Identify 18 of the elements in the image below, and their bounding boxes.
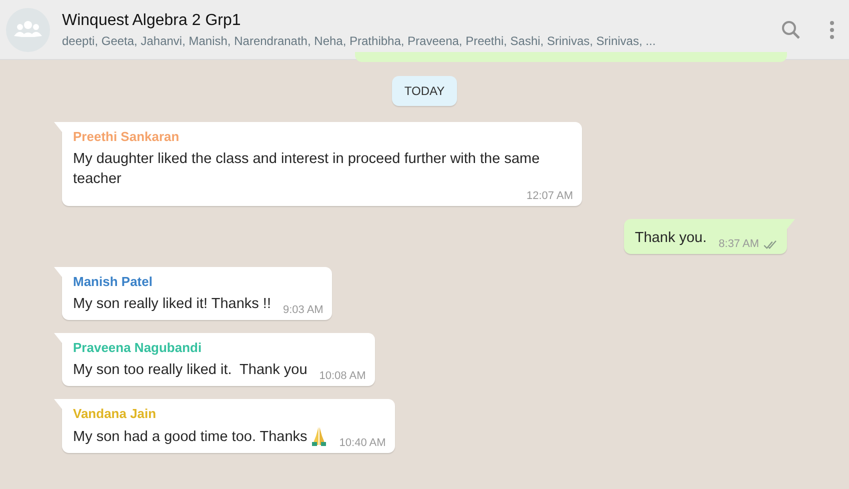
message-text: My son too really liked it. Thank you	[73, 361, 308, 380]
message-time: 12:07 AM	[526, 189, 573, 203]
message-time: 10:40 AM	[338, 436, 386, 450]
search-icon[interactable]	[781, 20, 801, 40]
message-text: My daughter liked the class and interest in proceed further with the same teacher	[73, 150, 541, 189]
members-list: deepti, Geeta, Jahanvi, Manish, Narendranath, Neha, Prathibha, Praveena, Preethi, Sashi, Srinivas, Srinivas, ...	[62, 34, 757, 48]
sender-name: Vandana Jain	[73, 406, 158, 421]
message-time: 10:08 AM	[318, 369, 366, 383]
chat-title: Winquest Algebra 2 Grp1	[62, 12, 242, 30]
message-text: My son had a good time too. Thanks	[73, 428, 308, 447]
message-time: 8:37 AM	[718, 237, 759, 251]
menu-icon[interactable]	[829, 20, 835, 40]
sender-name: Preethi Sankaran	[73, 129, 180, 144]
message-text: My son really liked it! Thanks !!	[73, 295, 271, 314]
message-text: Thank you.	[634, 229, 707, 248]
sender-name: Praveena Nagubandi	[73, 340, 203, 355]
sender-name: Manish Patel	[73, 274, 154, 289]
message-time: 9:03 AM	[282, 303, 324, 317]
